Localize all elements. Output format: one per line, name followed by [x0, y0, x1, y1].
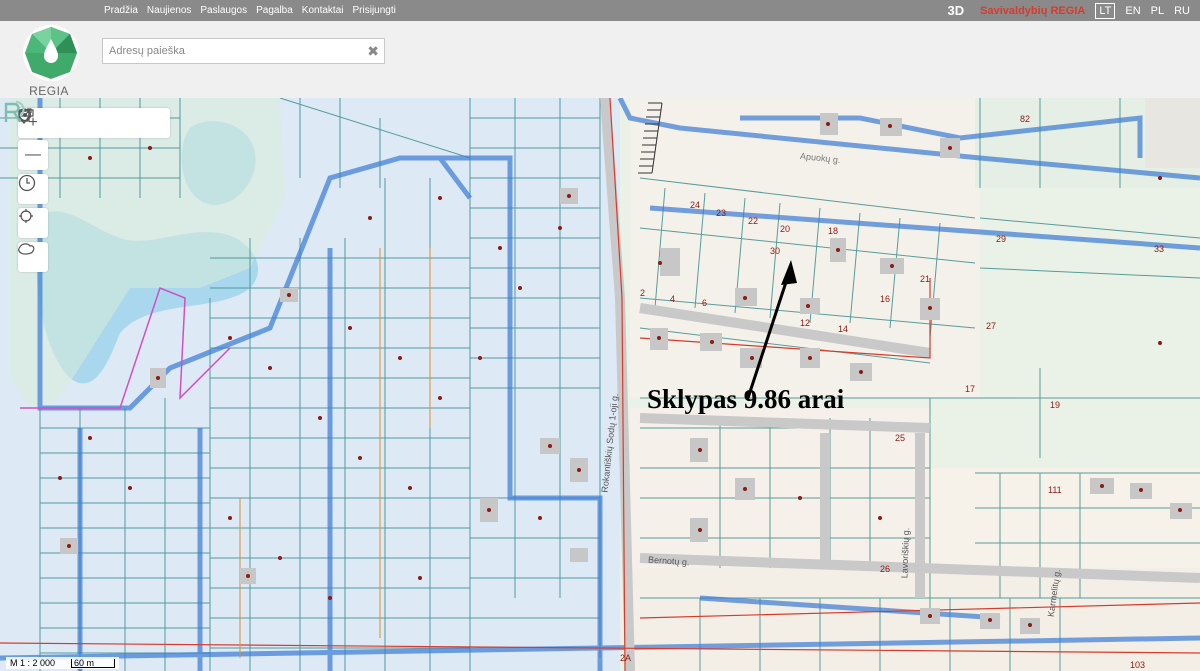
map-toolbar: +: [18, 108, 170, 138]
annotation-arrow: [746, 260, 797, 399]
language-lt[interactable]: LT: [1095, 2, 1116, 19]
locate-icon[interactable]: [18, 208, 48, 238]
measure-icon[interactable]: [18, 108, 78, 138]
compass-arrow-icon: [781, 260, 797, 285]
top-navigation: Pradžia Naujienos Paslaugos Pagalba Kont…: [104, 0, 396, 21]
logo-text: REGIA: [29, 84, 69, 98]
nav-help-link[interactable]: Pagalba: [256, 5, 293, 16]
address-search-input[interactable]: [103, 39, 353, 63]
top-right-group: 3D Savivaldybių REGIA LT EN PL RU: [948, 0, 1190, 21]
map-canvas[interactable]: Apuokų g. Rokantiškių Sodų 1-oji g. Bern…: [0, 98, 1200, 671]
scale-bar: 60 m: [71, 658, 116, 668]
header: REGIA ✖: [0, 21, 1200, 98]
scale-ratio: M 1 : 2 000: [10, 658, 56, 668]
language-pl[interactable]: PL: [1151, 5, 1164, 17]
layers-icon[interactable]: [18, 242, 48, 272]
nav-home-link[interactable]: Pradžia: [104, 5, 138, 16]
export-icon[interactable]: [18, 108, 138, 138]
language-ru[interactable]: RU: [1174, 5, 1190, 17]
clear-search-icon[interactable]: ✖: [367, 43, 379, 60]
nav-login-link[interactable]: Prisijungti: [353, 5, 396, 16]
regia-logo-icon: [22, 25, 79, 81]
top-bar: Pradžia Naujienos Paslaugos Pagalba Kont…: [0, 0, 1200, 21]
address-search: ✖: [102, 38, 385, 64]
3d-button[interactable]: 3D: [948, 3, 965, 18]
nav-news-link[interactable]: Naujienos: [147, 5, 191, 16]
history-icon[interactable]: [18, 174, 48, 204]
regia-logo[interactable]: REGIA: [18, 25, 80, 98]
brand-link[interactable]: Savivaldybių REGIA: [980, 5, 1085, 17]
zoom-out-icon[interactable]: —: [18, 140, 48, 170]
marker-icon[interactable]: [18, 108, 108, 138]
target-icon[interactable]: [18, 108, 168, 138]
language-en[interactable]: EN: [1125, 5, 1140, 17]
parcel-annotation: Sklypas 9.86 arai: [647, 384, 845, 414]
nav-contacts-link[interactable]: Kontaktai: [302, 5, 344, 16]
nav-services-link[interactable]: Paslaugos: [200, 5, 247, 16]
map-scale: M 1 : 2 000 60 m: [6, 657, 120, 669]
regia-watermark-icon: [4, 101, 25, 123]
